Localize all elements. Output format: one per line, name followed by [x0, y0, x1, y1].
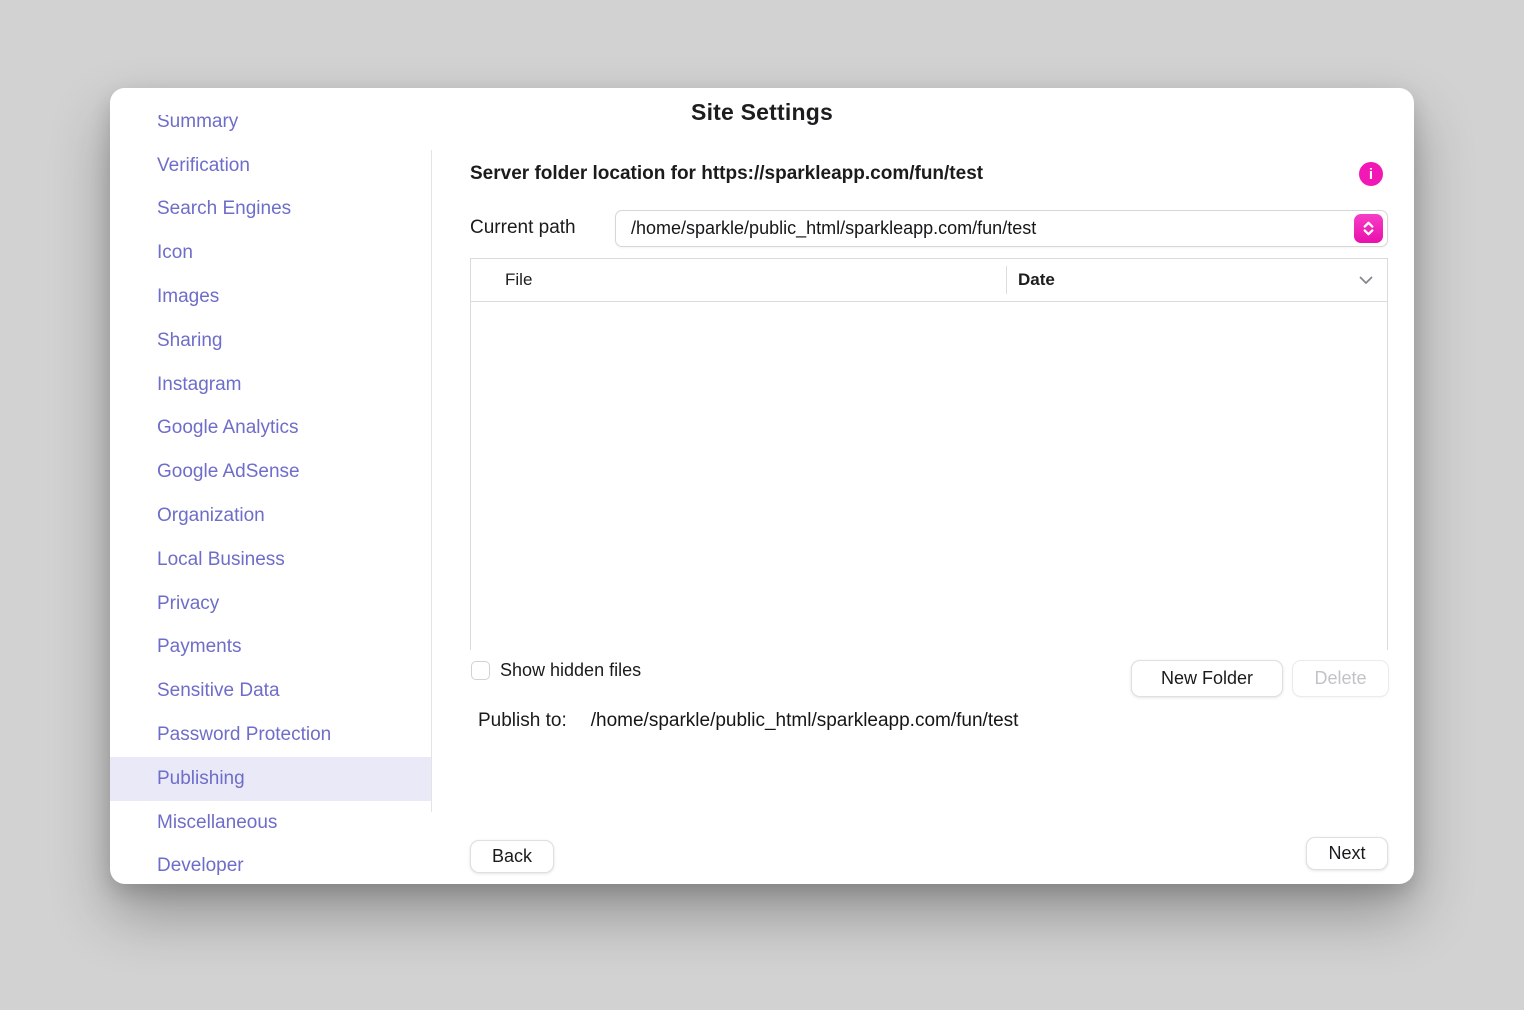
- info-icon[interactable]: i: [1359, 162, 1383, 186]
- server-file-table: File Date: [470, 258, 1388, 650]
- site-settings-dialog: Site Settings Summary Verification Searc…: [110, 88, 1414, 884]
- sidebar-item-developer[interactable]: Developer: [110, 845, 431, 884]
- sidebar-item-search-engines[interactable]: Search Engines: [110, 188, 431, 232]
- server-folder-heading: Server folder location for https://spark…: [470, 163, 983, 185]
- sidebar-item-instagram[interactable]: Instagram: [110, 363, 431, 407]
- current-path-row: Current path /home/sparkle/public_html/s…: [470, 209, 1388, 247]
- up-down-chevrons-icon[interactable]: [1354, 214, 1383, 243]
- sidebar-item-privacy[interactable]: Privacy: [110, 582, 431, 626]
- sidebar-item-payments[interactable]: Payments: [110, 626, 431, 670]
- sidebar-item-verification[interactable]: Verification: [110, 144, 431, 188]
- publish-to-label: Publish to:: [478, 710, 567, 732]
- sidebar-item-miscellaneous[interactable]: Miscellaneous: [110, 801, 431, 845]
- sidebar-item-images[interactable]: Images: [110, 275, 431, 319]
- column-header-date[interactable]: Date: [1007, 270, 1387, 290]
- sidebar-item-google-analytics[interactable]: Google Analytics: [110, 407, 431, 451]
- sidebar-item-password-protection[interactable]: Password Protection: [110, 713, 431, 757]
- file-table-header: File Date: [471, 259, 1387, 302]
- sidebar-item-publishing[interactable]: Publishing: [110, 757, 431, 801]
- sidebar-item-local-business[interactable]: Local Business: [110, 538, 431, 582]
- current-path-select[interactable]: /home/sparkle/public_html/sparkleapp.com…: [615, 210, 1388, 247]
- show-hidden-files-checkbox[interactable]: [471, 661, 490, 680]
- sidebar-item-sensitive-data[interactable]: Sensitive Data: [110, 669, 431, 713]
- back-button[interactable]: Back: [470, 840, 554, 873]
- settings-sidebar: Summary Verification Search Engines Icon…: [110, 88, 431, 884]
- current-path-label: Current path: [470, 217, 615, 239]
- column-header-file[interactable]: File: [471, 270, 1006, 290]
- publish-to-value: /home/sparkle/public_html/sparkleapp.com…: [591, 710, 1019, 732]
- sidebar-list: Summary Verification Search Engines Icon…: [110, 100, 431, 884]
- next-button[interactable]: Next: [1306, 837, 1388, 870]
- delete-button[interactable]: Delete: [1292, 660, 1389, 697]
- sidebar-item-sharing[interactable]: Sharing: [110, 319, 431, 363]
- publish-to-row: Publish to: /home/sparkle/public_html/sp…: [478, 710, 1018, 732]
- file-list-empty-area[interactable]: [471, 302, 1387, 650]
- sidebar-top-clip: [110, 88, 431, 115]
- current-path-value: /home/sparkle/public_html/sparkleapp.com…: [631, 218, 1036, 239]
- sidebar-item-icon[interactable]: Icon: [110, 231, 431, 275]
- sidebar-item-organization[interactable]: Organization: [110, 494, 431, 538]
- chevron-down-icon[interactable]: [1359, 270, 1373, 290]
- show-hidden-files-label: Show hidden files: [500, 660, 641, 681]
- show-hidden-files-row: Show hidden files: [471, 659, 641, 681]
- column-header-date-label: Date: [1018, 270, 1055, 290]
- sidebar-item-google-adsense[interactable]: Google AdSense: [110, 450, 431, 494]
- new-folder-button[interactable]: New Folder: [1131, 660, 1283, 697]
- sidebar-divider: [431, 150, 432, 812]
- server-folder-heading-row: Server folder location for https://spark…: [470, 160, 1388, 188]
